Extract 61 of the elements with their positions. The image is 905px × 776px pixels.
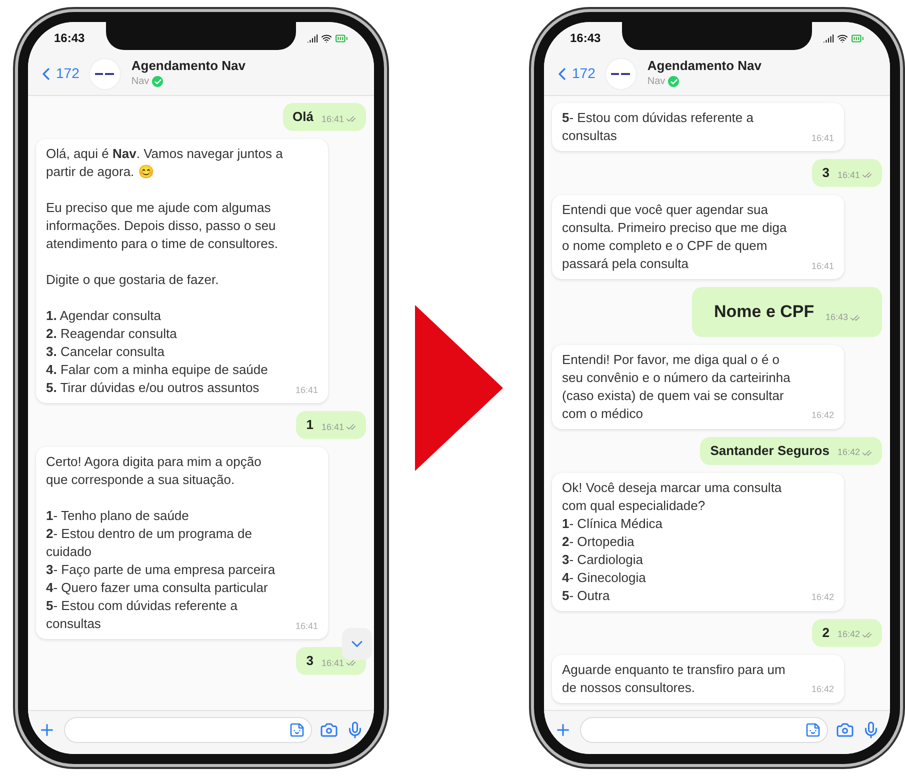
camera-icon[interactable] <box>836 720 854 738</box>
status-time: 16:43 <box>54 30 85 47</box>
double-check-icon <box>346 658 356 668</box>
battery-icon <box>851 32 864 44</box>
double-check-icon <box>862 630 872 640</box>
message-text: Aguarde enquanto te transfiro para um de nossos consultores. <box>562 660 786 696</box>
double-check-icon <box>862 170 872 180</box>
chat-title: Agendamento Nav <box>131 58 246 74</box>
chat-subtitle: Nav <box>647 75 666 89</box>
message-time: 16:41 <box>321 420 344 434</box>
avatar-logo-icon <box>89 58 122 90</box>
message-text: Santander Seguros <box>710 442 830 460</box>
message-text: Olá <box>292 108 314 126</box>
message-text: Nome e CPF <box>714 301 814 323</box>
message-text: Ok! Você deseja marcar uma consulta com qual especialidade? 1- Clínica Médica 2- Ortopedia 3- Cardiologia 4- Ginecologia 5- Outra <box>562 478 782 604</box>
message-time: 16:41 <box>811 132 834 144</box>
arrow-icon <box>415 305 503 471</box>
message-time: 16:41 <box>321 656 344 670</box>
scroll-down-button[interactable] <box>342 628 372 660</box>
message-time: 16:42 <box>811 591 834 604</box>
sticker-icon[interactable] <box>805 722 821 738</box>
double-check-icon <box>346 422 356 432</box>
message-time: 16:41 <box>295 384 318 396</box>
message-time: 16:42 <box>837 446 860 459</box>
sticker-icon[interactable] <box>289 722 305 738</box>
message-time: 16:42 <box>811 683 834 696</box>
message-time: 16:41 <box>295 620 318 632</box>
signal-icon <box>307 32 318 44</box>
message-time: 16:41 <box>321 112 344 126</box>
message-time: 16:41 <box>811 260 834 272</box>
message-text: 3 <box>306 652 314 670</box>
wifi-icon <box>321 32 332 44</box>
wifi-icon <box>837 32 848 44</box>
battery-icon <box>335 32 348 44</box>
status-time: 16:43 <box>570 30 601 47</box>
double-check-icon <box>850 312 860 323</box>
message-text: Olá, aqui é Nav. Vamos navegar juntos a partir de agora. 😊 Eu preciso que me ajude com algumas informações. Depois disso, passo o seu atendimento para o time de consultores. Digite o que gostaria de fazer. 1. Agendar consulta 2. Reagendar consulta 3. Cancelar consulta 4. Falar com a minha equipe de saúde 5. Tirar dúvidas e/ou outros assuntos <box>46 145 283 397</box>
message-text: 2 <box>822 624 830 642</box>
camera-icon[interactable] <box>320 720 338 738</box>
double-check-icon <box>346 114 356 124</box>
back-button[interactable]: 172 <box>552 63 596 84</box>
message-input-field[interactable] <box>580 716 828 742</box>
message-time: 16:43 <box>825 311 848 324</box>
message-time: 16:42 <box>811 409 834 422</box>
message-input-field[interactable] <box>64 716 312 742</box>
message-text: Certo! Agora digita para mim a opção que corresponde a sua situação. 1- Tenho plano de saúde 2- Estou dentro de um programa de cuidado 3- Faço parte de uma empresa parceira 4- Quero fazer uma consulta particular 5- Estou com dúvidas referente a consultas <box>46 453 276 633</box>
message-text: 3 <box>822 164 830 182</box>
double-check-icon <box>862 448 872 458</box>
message-text: Entendi! Por favor, me diga qual o é o seu convênio e o número da carteirinha (caso exista) de quem vai se consultar com o médico <box>562 350 790 422</box>
avatar-logo-icon <box>605 58 638 90</box>
mic-icon[interactable] <box>862 720 880 738</box>
message-text: 1 <box>306 416 314 434</box>
chat-title: Agendamento Nav <box>647 58 762 74</box>
back-button[interactable]: 172 <box>36 63 80 84</box>
message-time: 16:41 <box>837 168 860 182</box>
message-text: Entendi que você quer agendar sua consulta. Primeiro preciso que me diga o nome completo e o CPF de quem passará pela consulta <box>562 201 787 273</box>
message-time: 16:42 <box>837 628 860 641</box>
message-text: 5- Estou com dúvidas referente a consultas <box>562 109 754 145</box>
signal-icon <box>823 32 834 44</box>
chat-subtitle: Nav <box>131 75 150 89</box>
mic-icon[interactable] <box>346 720 364 738</box>
